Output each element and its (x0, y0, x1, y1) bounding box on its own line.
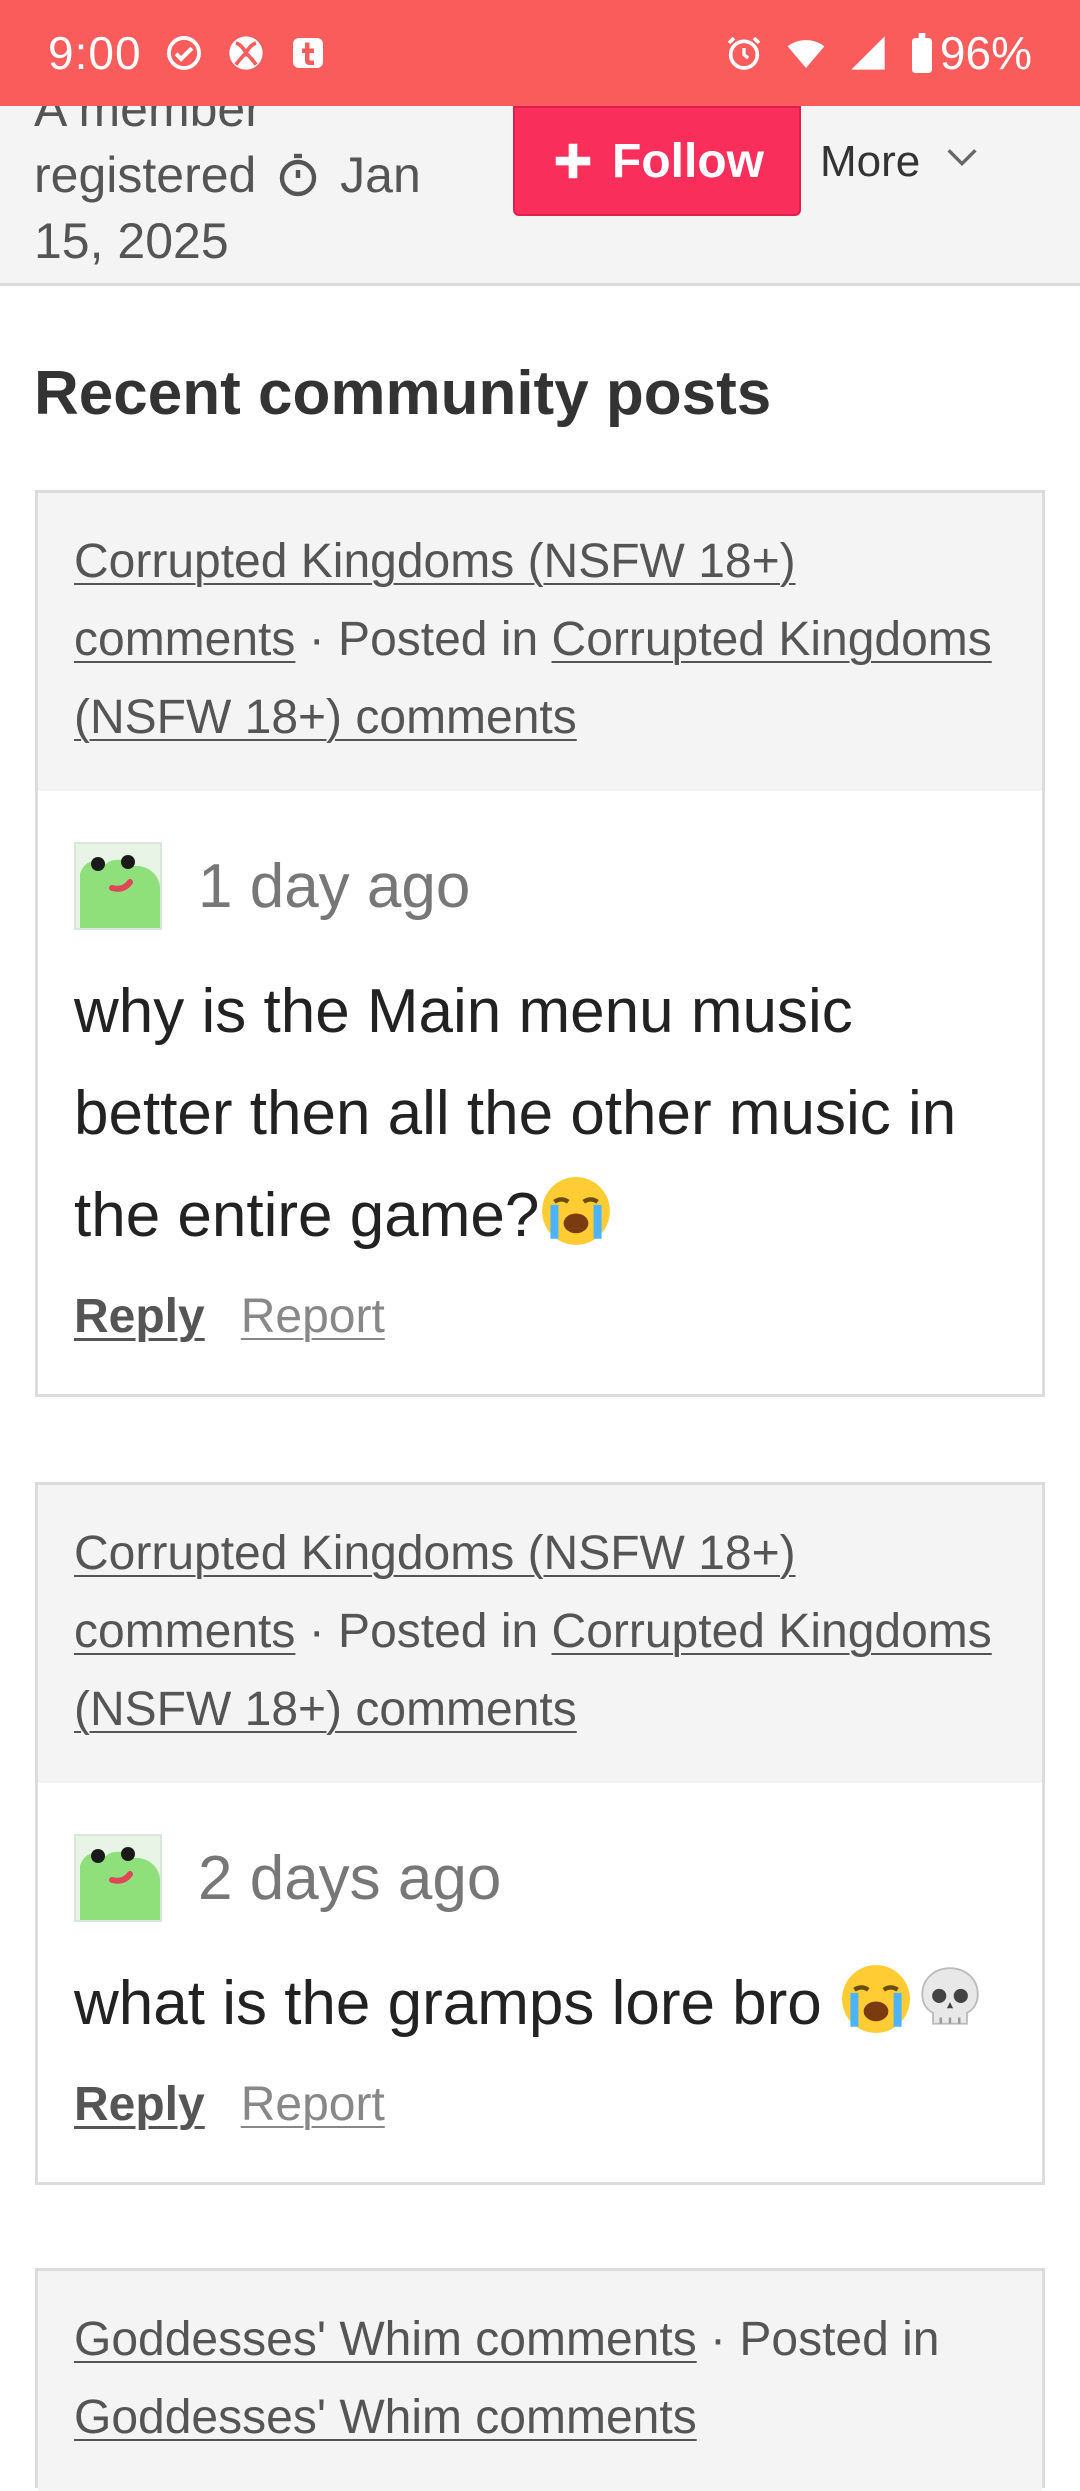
post-card: Corrupted Kingdoms (NSFW 18+) comments ·… (35, 490, 1045, 1397)
wifi-icon (786, 33, 826, 73)
reply-link[interactable]: Reply (74, 2077, 205, 2132)
forum-link[interactable]: Goddesses' Whim comments (74, 2391, 697, 2444)
post-meta: 1 day ago (74, 841, 1006, 931)
tumblr-icon (288, 33, 328, 73)
post-body: 2 days ago what is the gramps lore bro R… (38, 1783, 1042, 2182)
post-card: Goddesses' Whim comments · Posted in God… (35, 2268, 1045, 2491)
status-right: 96% (724, 26, 1032, 80)
post-timestamp: 1 day ago (198, 851, 471, 921)
xbox-icon (226, 33, 266, 73)
post-body: 1 day ago why is the Main menu music bet… (38, 791, 1042, 1394)
post-text: what is the gramps lore bro (74, 1953, 1006, 2055)
signal-icon (848, 33, 888, 73)
status-bar: 9:00 96% (0, 0, 1080, 106)
status-time: 9:00 (48, 27, 142, 79)
more-button[interactable]: More (820, 126, 982, 198)
member-label: A member (34, 106, 262, 137)
post-header: Corrupted Kingdoms (NSFW 18+) comments ·… (38, 493, 1042, 791)
chevron-down-icon (942, 137, 982, 188)
skull-emoji (913, 1962, 987, 2036)
status-left: 9:00 (48, 26, 328, 80)
post-message: what is the gramps lore bro (74, 1969, 840, 2038)
section-title: Recent community posts (34, 359, 772, 428)
member-registration-info: A member registered Jan 15, 2025 (34, 106, 494, 274)
registered-label: registered (34, 147, 257, 203)
follow-button[interactable]: Follow (513, 106, 801, 216)
post-header: Goddesses' Whim comments · Posted in God… (38, 2271, 1042, 2491)
avatar[interactable] (74, 1834, 162, 1922)
posted-in-label: · Posted in (710, 2313, 940, 2366)
loudly-crying-face-emoji (539, 1174, 613, 1248)
post-actions: Reply Report (74, 1289, 1006, 1394)
posted-in-label: · Posted in (308, 1605, 539, 1658)
post-card: Corrupted Kingdoms (NSFW 18+) comments ·… (35, 1482, 1045, 2185)
post-timestamp: 2 days ago (198, 1843, 502, 1913)
profile-header: A member registered Jan 15, 2025 Follow … (0, 106, 1080, 286)
post-text: why is the Main menu music better then a… (74, 961, 1006, 1267)
reply-link[interactable]: Reply (74, 1289, 205, 1344)
alarm-icon (724, 33, 764, 73)
follow-label: Follow (612, 134, 764, 188)
report-link[interactable]: Report (241, 1289, 385, 1344)
battery-percent: 96% (939, 27, 1032, 79)
plus-icon (550, 138, 596, 184)
post-actions: Reply Report (74, 2077, 1006, 2182)
check-circle-icon (164, 33, 204, 73)
stopwatch-icon (274, 148, 322, 197)
loudly-crying-face-emoji (839, 1962, 913, 2036)
post-header: Corrupted Kingdoms (NSFW 18+) comments ·… (38, 1485, 1042, 1783)
game-comments-link[interactable]: Goddesses' Whim comments (74, 2313, 697, 2366)
posted-in-label: · Posted in (308, 613, 539, 666)
report-link[interactable]: Report (241, 2077, 385, 2132)
post-meta: 2 days ago (74, 1833, 1006, 1923)
post-message: why is the Main menu music better then a… (74, 977, 957, 1250)
battery-group: 96% (910, 26, 1032, 80)
battery-icon (910, 33, 934, 73)
more-label: More (820, 137, 921, 186)
avatar[interactable] (74, 842, 162, 930)
